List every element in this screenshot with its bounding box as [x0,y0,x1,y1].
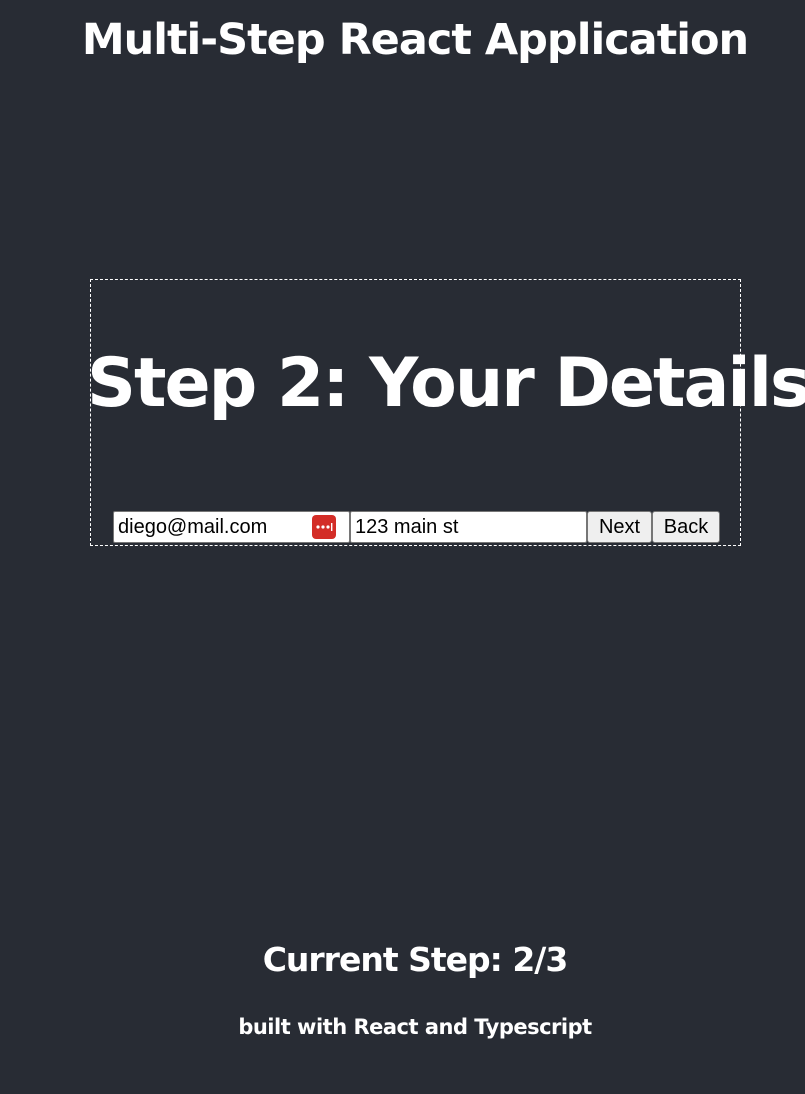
footer-note: built with React and Typescript [238,1015,592,1039]
email-field-wrapper [113,511,350,543]
step-container: Step 2: Your Details Next Back [87,279,805,546]
next-button[interactable]: Next [587,511,652,543]
current-step-indicator: Current Step: 2/3 [262,940,569,979]
password-manager-icon[interactable] [312,515,336,539]
back-button[interactable]: Back [652,511,720,543]
address-input[interactable] [350,511,587,543]
app-title: Multi-Step React Application [81,15,749,65]
step-heading: Step 2: Your Details [87,344,805,423]
details-form: Next Back [113,511,720,543]
